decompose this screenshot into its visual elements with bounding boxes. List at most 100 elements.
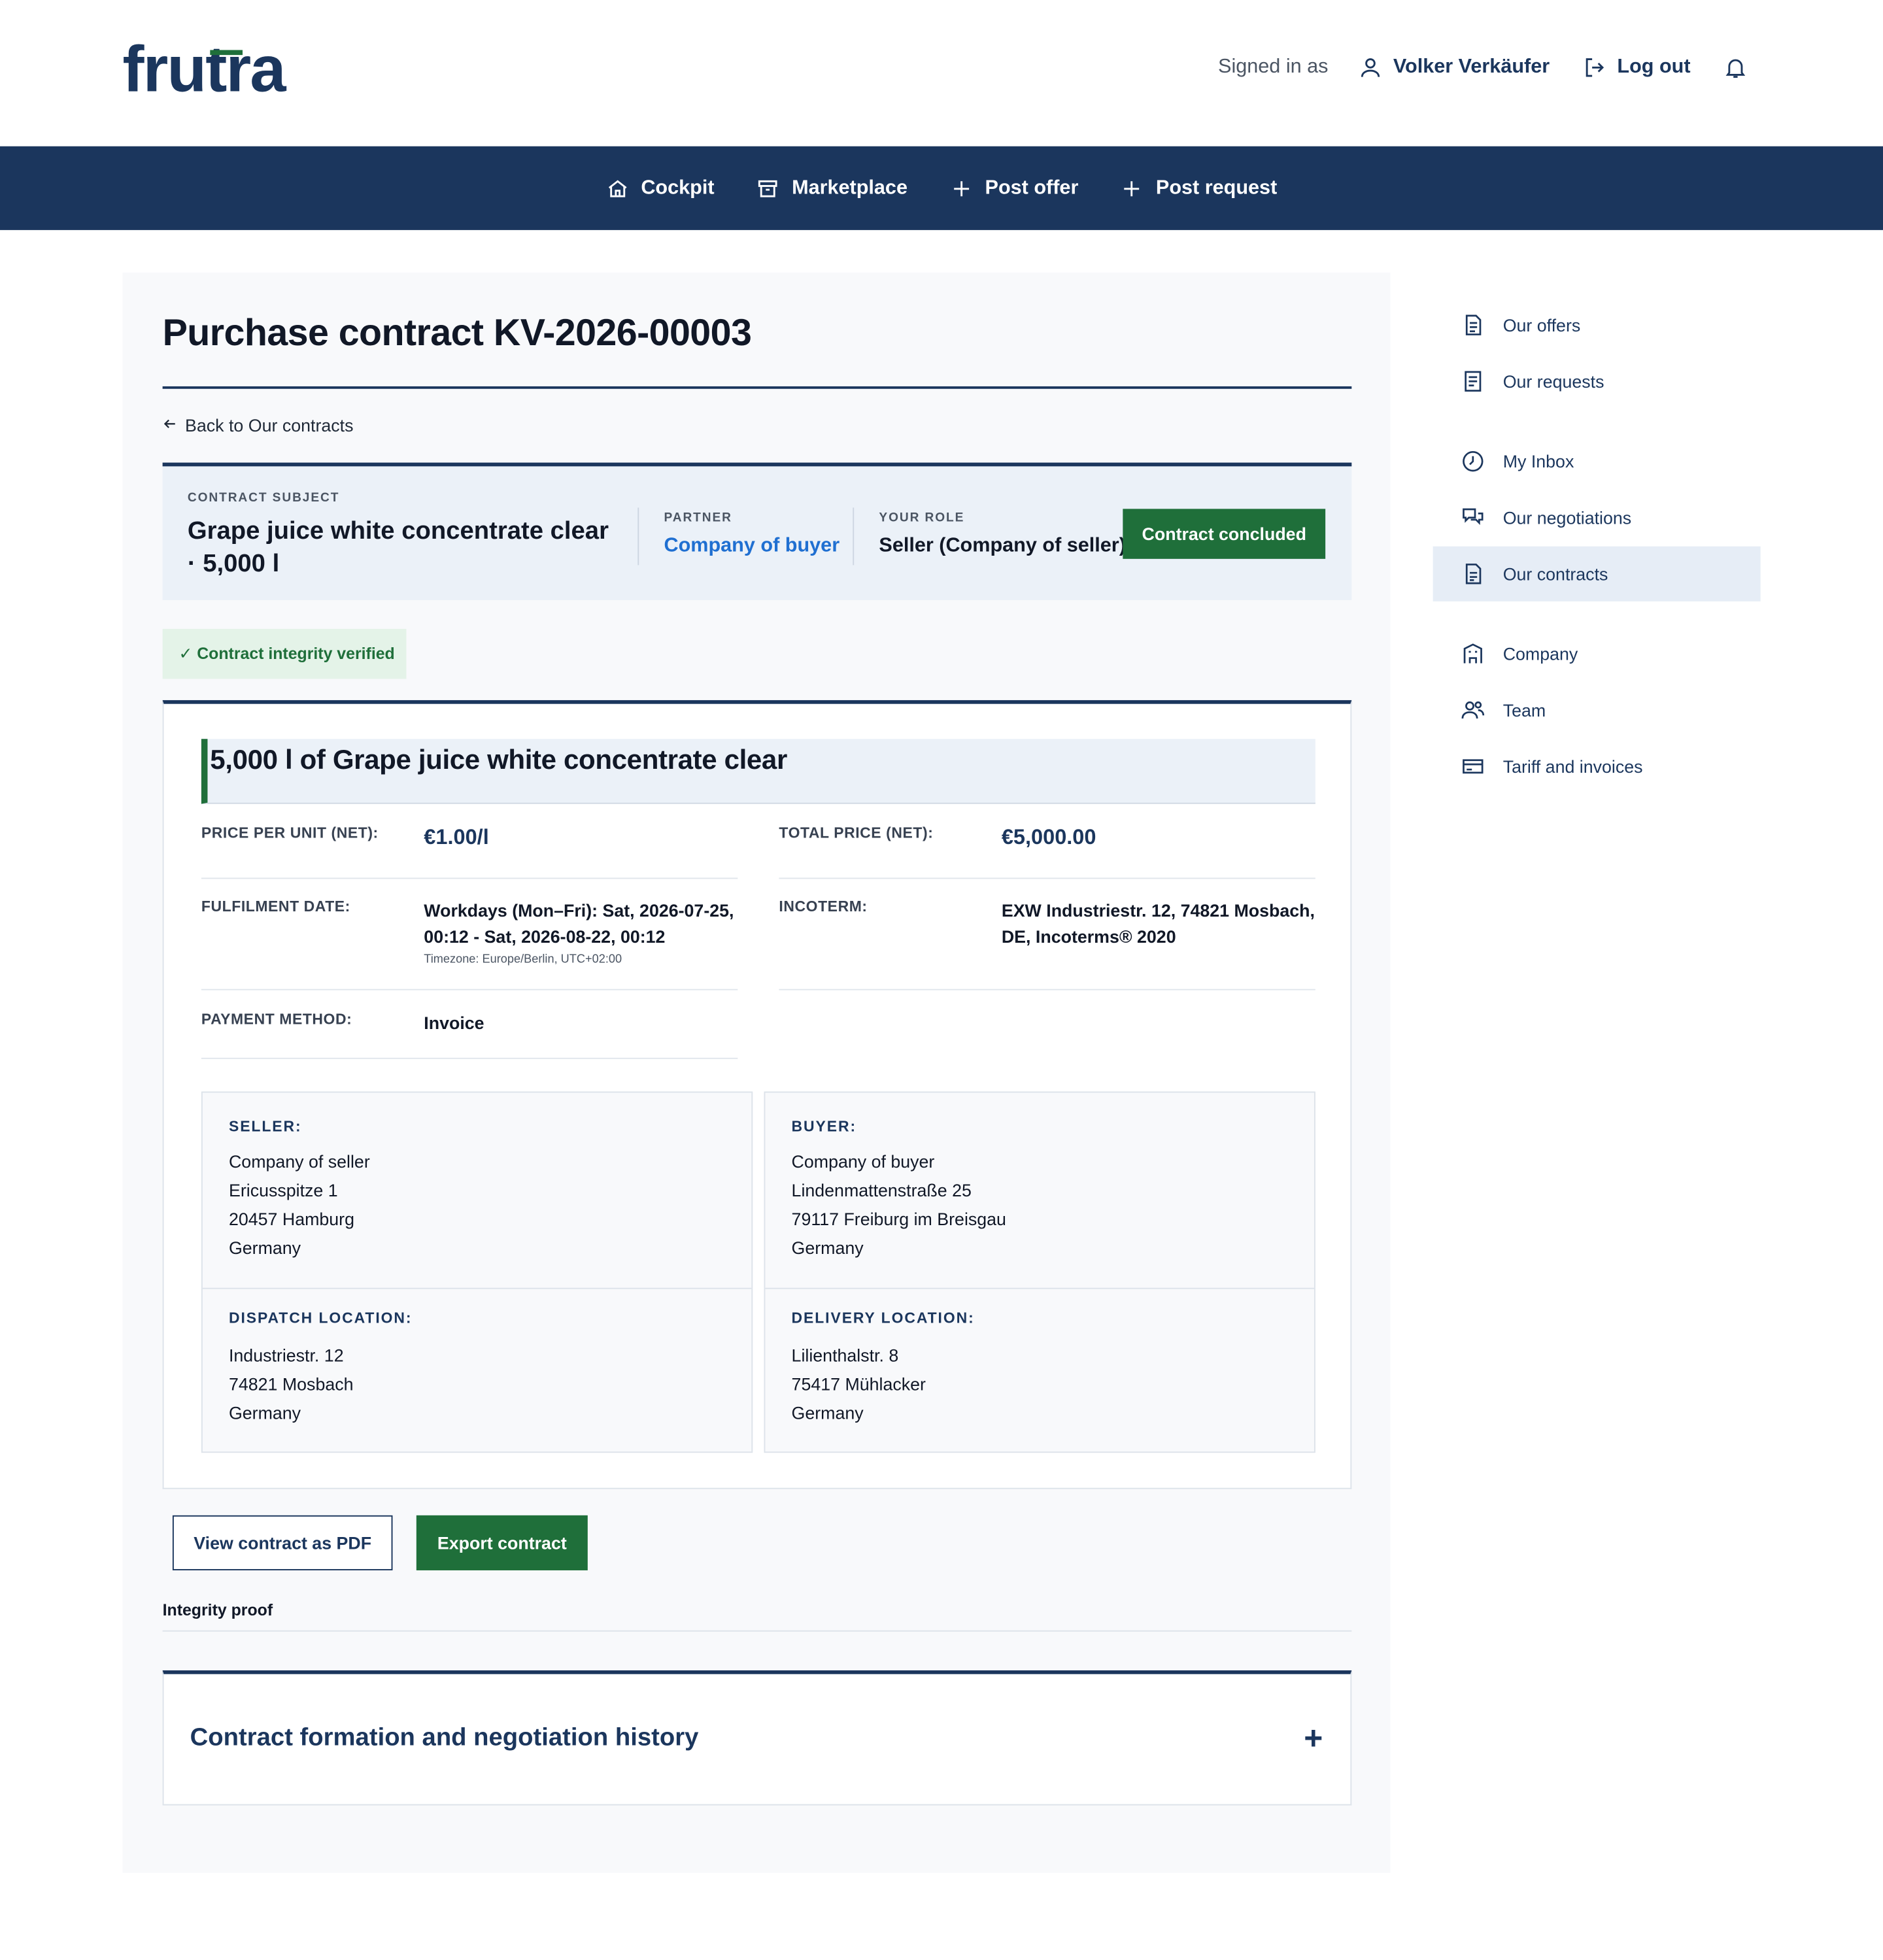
credit-card-icon bbox=[1463, 759, 1484, 774]
nav-marketplace[interactable]: Marketplace bbox=[757, 177, 908, 199]
main-panel: Purchase contract KV-2026-00003 Back to … bbox=[122, 272, 1391, 1873]
nav-post-request-label: Post request bbox=[1155, 177, 1278, 199]
sidebar-item-our-offers[interactable]: Our offers bbox=[1433, 297, 1761, 352]
field-price-per-unit: PRICE PER UNIT (NET): €1.00/l bbox=[201, 824, 738, 879]
nav-post-offer-label: Post offer bbox=[985, 177, 1079, 199]
subject-line-2: · 5,000 l bbox=[187, 550, 280, 578]
field-value: €5,000.00 bbox=[1001, 825, 1096, 849]
logout-button[interactable]: Log out bbox=[1617, 56, 1690, 78]
partner-caption: PARTNER bbox=[664, 511, 732, 526]
seller-line: Germany bbox=[228, 1238, 301, 1258]
nav-cockpit[interactable]: Cockpit bbox=[606, 177, 715, 199]
seller-panel: SELLER: Company of seller Ericusspitze 1… bbox=[201, 1091, 753, 1453]
role-value: Seller (Company of seller) bbox=[879, 535, 1126, 557]
user-icon bbox=[1358, 55, 1383, 80]
plus-icon bbox=[953, 180, 969, 196]
chat-bubbles-icon bbox=[1463, 508, 1484, 525]
dispatch-heading: DISPATCH LOCATION: bbox=[228, 1309, 413, 1327]
delivery-heading: DELIVERY LOCATION: bbox=[791, 1309, 975, 1327]
title-divider bbox=[162, 386, 1352, 389]
field-label: TOTAL PRICE (NET): bbox=[779, 824, 934, 842]
sidebar-item-label: My Inbox bbox=[1502, 451, 1574, 471]
seller-line: Ericusspitze 1 bbox=[228, 1180, 338, 1200]
delivery-line: Germany bbox=[791, 1402, 864, 1423]
expand-plus-icon[interactable]: + bbox=[1304, 1721, 1323, 1754]
user-area: Signed in as Volker Verkäufer Log out bbox=[1218, 55, 1748, 80]
subject-line-1: Grape juice white concentrate clear bbox=[187, 517, 609, 545]
delivery-block: DELIVERY LOCATION: Lilienthalstr. 8 7541… bbox=[792, 1309, 975, 1428]
bell-icon[interactable] bbox=[1723, 55, 1748, 80]
field-value: Invoice bbox=[424, 1013, 484, 1033]
delivery-line: Lilienthalstr. 8 bbox=[791, 1345, 899, 1366]
seller-line: 20457 Hamburg bbox=[228, 1209, 354, 1229]
field-incoterm: INCOTERM: EXW Industriestr. 12, 74821 Mo… bbox=[779, 898, 1315, 990]
timezone-note: Timezone: Europe/Berlin, UTC+02:00 bbox=[424, 953, 622, 967]
sidebar-item-our-requests[interactable]: Our requests bbox=[1433, 354, 1761, 409]
buyer-line: Germany bbox=[791, 1238, 864, 1258]
field-label: PAYMENT METHOD: bbox=[201, 1010, 352, 1028]
list-document-icon bbox=[1465, 371, 1482, 392]
frutra-logo[interactable]: frutra bbox=[122, 37, 286, 102]
home-icon bbox=[608, 179, 626, 197]
subject-caption: CONTRACT SUBJECT bbox=[187, 491, 340, 505]
dispatch-block: DISPATCH LOCATION: Industriestr. 12 7482… bbox=[229, 1309, 412, 1428]
logout-icon[interactable] bbox=[1582, 55, 1607, 80]
buyer-line: Company of buyer bbox=[791, 1151, 935, 1172]
integrity-proof-divider bbox=[162, 1630, 1352, 1632]
contract-heading: 5,000 l of Grape juice white concentrate… bbox=[201, 739, 1315, 804]
integrity-proof-toggle[interactable]: Integrity proof bbox=[163, 1600, 273, 1619]
integrity-verified-badge: ✓ Contract integrity verified bbox=[162, 628, 407, 679]
sidebar-item-label: Team bbox=[1502, 700, 1546, 720]
nav-post-offer[interactable]: Post offer bbox=[950, 177, 1078, 199]
contract-heading-text: 5,000 l of Grape juice white concentrate… bbox=[210, 743, 787, 775]
view-pdf-button[interactable]: View contract as PDF bbox=[172, 1515, 393, 1570]
contract-summary: CONTRACT SUBJECT Grape juice white conce… bbox=[162, 462, 1352, 600]
field-total-price: TOTAL PRICE (NET): €5,000.00 bbox=[779, 824, 1315, 879]
history-title: Contract formation and negotiation histo… bbox=[190, 1724, 699, 1752]
field-value: €1.00/l bbox=[424, 825, 489, 849]
sidebar-item-team[interactable]: Team bbox=[1433, 683, 1761, 737]
document-icon bbox=[1465, 314, 1482, 335]
plus-icon bbox=[1125, 180, 1140, 196]
sidebar-item-my-inbox[interactable]: My Inbox bbox=[1433, 434, 1761, 489]
archive-box-icon bbox=[758, 179, 778, 197]
seller-heading: SELLER: bbox=[228, 1117, 302, 1136]
buyer-panel: BUYER: Company of buyer Lindenmattenstra… bbox=[764, 1091, 1315, 1453]
field-payment-method: PAYMENT METHOD: Invoice bbox=[201, 1010, 738, 1059]
field-value: EXW Industriestr. 12, 74821 Mosbach, DE,… bbox=[1001, 900, 1315, 947]
field-fulfilment-date: FULFILMENT DATE: Workdays (Mon–Fri): Sat… bbox=[201, 898, 738, 990]
page-title: Purchase contract KV-2026-00003 bbox=[162, 313, 752, 354]
logo-text: frutra bbox=[122, 33, 286, 107]
buyer-line: Lindenmattenstraße 25 bbox=[791, 1180, 972, 1200]
buyer-block: BUYER: Company of buyer Lindenmattenstra… bbox=[792, 1118, 1006, 1263]
party-divider bbox=[202, 1287, 752, 1289]
export-contract-button[interactable]: Export contract bbox=[416, 1515, 588, 1570]
sidebar-item-our-negotiations[interactable]: Our negotiations bbox=[1433, 490, 1761, 545]
partner-link[interactable]: Company of buyer bbox=[664, 535, 840, 558]
summary-role: YOUR ROLE Seller (Company of seller) bbox=[879, 511, 1125, 558]
field-label: PRICE PER UNIT (NET): bbox=[201, 824, 379, 842]
nav-cockpit-label: Cockpit bbox=[641, 177, 715, 199]
buyer-line: 79117 Freiburg im Breisgau bbox=[791, 1209, 1006, 1229]
summary-subject: CONTRACT SUBJECT Grape juice white conce… bbox=[188, 492, 619, 581]
seller-block: SELLER: Company of seller Ericusspitze 1… bbox=[229, 1118, 370, 1263]
nav-post-request[interactable]: Post request bbox=[1121, 177, 1277, 199]
summary-divider bbox=[853, 507, 855, 566]
contract-document-icon bbox=[1465, 564, 1482, 584]
subject-value: Grape juice white concentrate clear · 5,… bbox=[188, 515, 619, 580]
field-label: INCOTERM: bbox=[779, 898, 868, 915]
sidebar-item-company[interactable]: Company bbox=[1433, 626, 1761, 681]
negotiation-history-accordion[interactable]: Contract formation and negotiation histo… bbox=[162, 1670, 1352, 1806]
sidebar-item-tariff-invoices[interactable]: Tariff and invoices bbox=[1433, 739, 1761, 794]
sidebar-item-our-contracts[interactable]: Our contracts bbox=[1433, 546, 1761, 601]
nav-marketplace-label: Marketplace bbox=[792, 177, 908, 199]
summary-partner: PARTNER Company of buyer bbox=[664, 511, 840, 558]
user-name-link[interactable]: Volker Verkäufer bbox=[1393, 56, 1550, 78]
back-link[interactable]: Back to Our contracts bbox=[163, 415, 353, 435]
dispatch-line: Industriestr. 12 bbox=[228, 1345, 344, 1366]
dispatch-line: 74821 Mosbach bbox=[228, 1374, 354, 1394]
buyer-heading: BUYER: bbox=[791, 1117, 857, 1136]
signed-in-label: Signed in as bbox=[1218, 56, 1329, 78]
building-icon bbox=[1463, 643, 1482, 664]
field-value: Workdays (Mon–Fri): Sat, 2026-07-25, 00:… bbox=[424, 900, 734, 947]
